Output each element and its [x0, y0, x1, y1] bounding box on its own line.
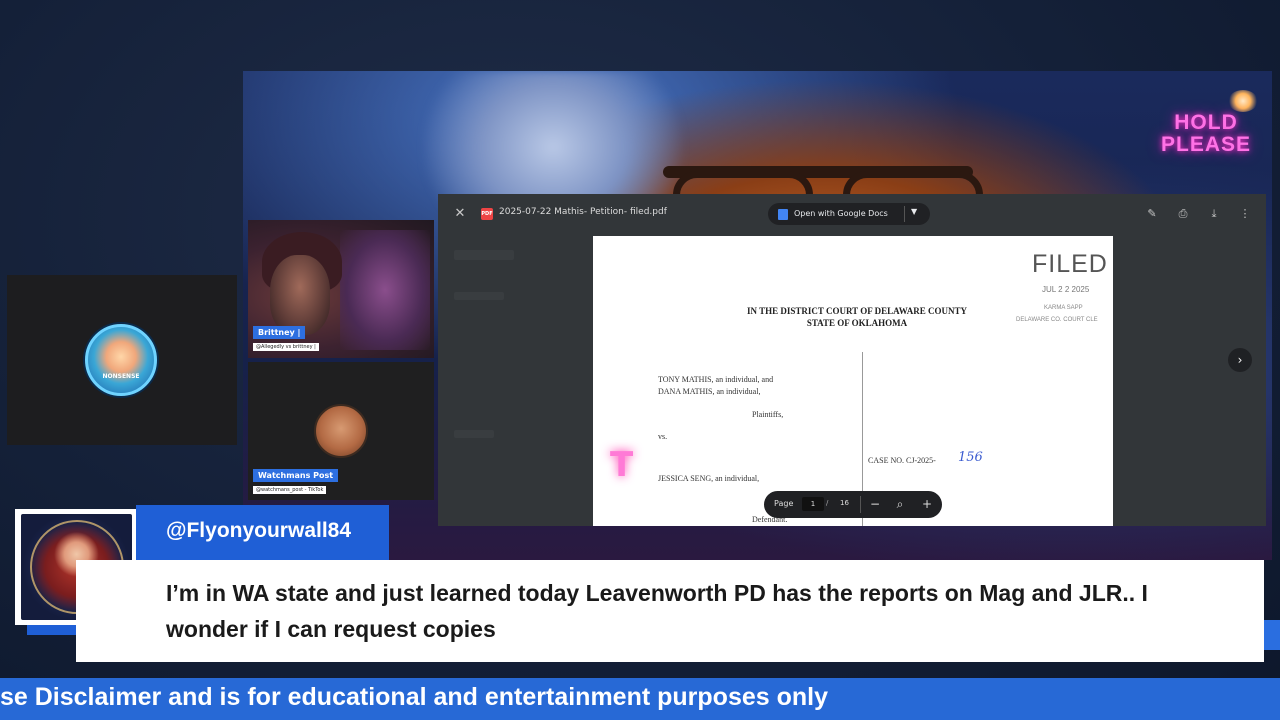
case-number-handwritten: 156: [958, 450, 983, 465]
plaintiffs-label: Plaintiffs,: [752, 410, 784, 419]
more-icon[interactable]: ⋮: [1237, 206, 1253, 222]
hold-line-2: PLEASE: [1160, 133, 1252, 156]
page-separator: /: [826, 499, 829, 507]
disclaimer-ticker-text: se Disclaimer and is for educational and…: [0, 683, 828, 711]
participant-avatar: [314, 404, 368, 458]
filed-stamp: FILED: [1032, 250, 1108, 278]
court-heading-line-1: IN THE DISTRICT COURT OF DELAWARE COUNTY: [747, 306, 967, 316]
comment-edge-accent: [1264, 620, 1280, 650]
button-divider: [904, 206, 905, 222]
ghost-sidebar-item: [454, 292, 504, 300]
participant-name-tag: Watchmans Post: [253, 469, 339, 482]
filed-date: JUL 2 2 2025: [1042, 285, 1090, 294]
download-icon[interactable]: ⤓: [1206, 206, 1222, 222]
versus-label: vs.: [658, 432, 668, 441]
page-total: 16: [840, 499, 849, 507]
page-nav-divider: [860, 496, 861, 513]
annotate-icon[interactable]: ✎: [1144, 206, 1160, 222]
plaintiff-2: DANA MATHIS, an individual,: [658, 387, 761, 396]
close-icon[interactable]: ✕: [453, 206, 467, 222]
ghost-sidebar-item: [454, 430, 494, 438]
google-docs-icon: [778, 209, 788, 220]
plaintiff-1: TONY MATHIS, an individual, and: [658, 375, 774, 384]
participant-name-tag: Brittney |: [253, 326, 306, 339]
zoom-in-icon[interactable]: +: [919, 496, 935, 512]
pdf-file-icon: PDF: [481, 208, 493, 220]
pdf-file-name: 2025-07-22 Mathis- Petition- filed.pdf: [499, 207, 667, 217]
page-label: Page: [774, 499, 794, 508]
defendant: JESSICA SENG, an individual,: [658, 474, 760, 483]
ghost-sidebar-item: [454, 250, 514, 260]
case-number: CASE NO. CJ-2025-: [868, 456, 936, 465]
comment-message: I’m in WA state and just learned today L…: [166, 580, 1148, 642]
chevron-down-icon[interactable]: ▼: [911, 207, 917, 216]
zoom-out-icon[interactable]: −: [867, 496, 883, 512]
print-icon[interactable]: ⎙: [1175, 206, 1191, 222]
comment-username: @Flyonyourwall84: [166, 519, 352, 542]
channel-avatar: [85, 324, 157, 396]
participant-bg-light: [340, 230, 430, 350]
next-file-chevron-right-icon[interactable]: ›: [1228, 348, 1252, 372]
zoom-icon[interactable]: ⌕: [892, 496, 908, 512]
participant-handle: @watchmans_post - TikTok: [253, 486, 327, 494]
participant-handle: @Allegedly vs brittney |: [253, 343, 319, 351]
channel-avatar-text: NONSENSE: [102, 373, 140, 380]
backdrop-neon-letter: T: [610, 445, 634, 485]
hold-please-sign: HOLD PLEASE: [1143, 112, 1269, 156]
page-number-input[interactable]: 1: [802, 497, 824, 511]
participant-face: [270, 255, 330, 335]
filed-court: DELAWARE CO. COURT CLE: [1016, 317, 1098, 323]
open-with-label: Open with Google Docs: [794, 209, 888, 218]
backdrop-lamp: [1228, 90, 1258, 112]
filed-clerk: KARMA SAPP: [1044, 305, 1083, 311]
hold-line-1: HOLD: [1174, 111, 1238, 134]
court-heading-line-2: STATE OF OKLAHOMA: [806, 318, 908, 328]
